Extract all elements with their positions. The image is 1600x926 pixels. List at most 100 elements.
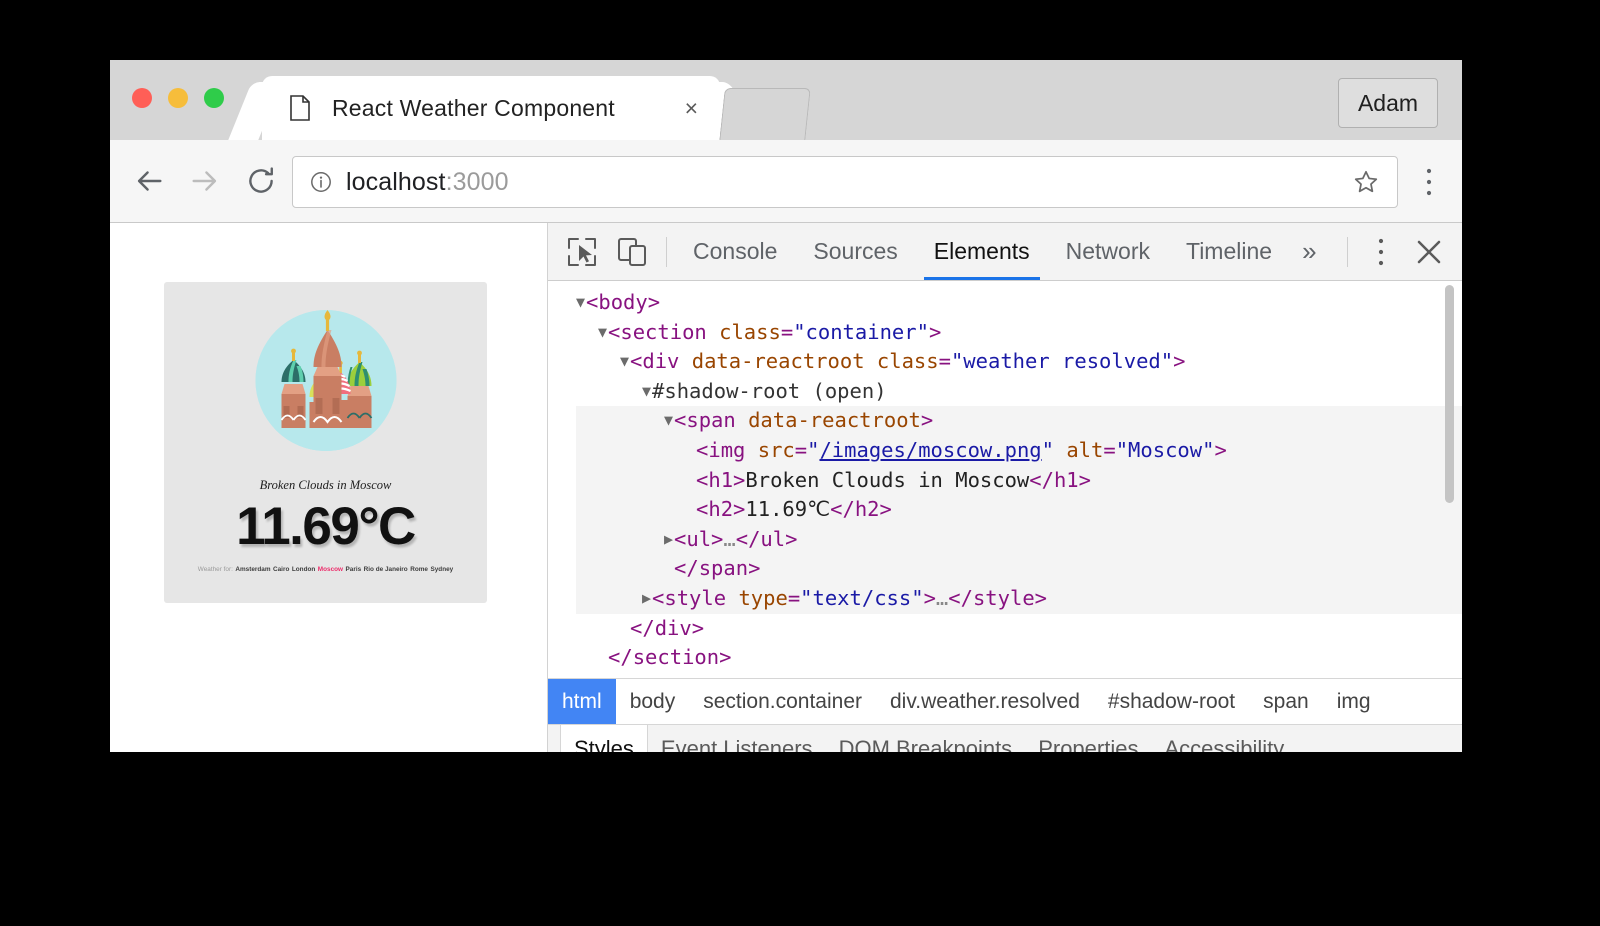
dom-tree-node[interactable]: ▼<section class="container">: [576, 318, 1462, 348]
dom-tree-node[interactable]: </span>: [576, 554, 1462, 584]
devtools-toolbar-right: [1329, 223, 1462, 280]
dom-tree-node[interactable]: <img src="/images/moscow.png" alt="Mosco…: [576, 435, 1462, 466]
expanded-twisty-icon[interactable]: ▼: [642, 382, 651, 400]
dom-token-tag: <h2>: [696, 497, 746, 522]
inspect-cursor-icon[interactable]: [566, 236, 598, 268]
device-toolbar-icon[interactable]: [616, 236, 648, 268]
dom-token-val: ": [807, 437, 820, 462]
city-link[interactable]: Moscow: [318, 566, 343, 573]
browser-tab-inactive[interactable]: [719, 88, 811, 141]
devtools-tab-sources[interactable]: Sources: [795, 223, 915, 280]
dom-token-tag: =: [780, 319, 794, 344]
dom-token-tag: <style: [652, 585, 739, 610]
devtools-toolbar: Console Sources Elements Network Timeline »: [548, 223, 1462, 281]
close-icon[interactable]: ×: [685, 96, 698, 120]
breadcrumb-item[interactable]: html: [548, 679, 616, 724]
city-link[interactable]: Amsterdam: [235, 566, 270, 573]
dom-tree-node[interactable]: <h1>Broken Clouds in Moscow</h1>: [576, 465, 1462, 496]
dom-token-tag: </h2>: [830, 497, 892, 522]
devtools-tab-timeline[interactable]: Timeline: [1168, 223, 1290, 280]
breadcrumb-item[interactable]: span: [1249, 679, 1323, 724]
arrow-left-icon[interactable]: [132, 164, 166, 198]
url-port: :3000: [445, 167, 509, 196]
collapsed-twisty-icon[interactable]: ▶: [642, 589, 651, 607]
devtools-tab-network[interactable]: Network: [1048, 223, 1168, 280]
sidebar-tab-styles[interactable]: Styles: [560, 725, 648, 752]
dom-tree-node[interactable]: ▼<span data-reactroot>: [576, 406, 1462, 436]
tab-strip: React Weather Component × Adam: [110, 60, 1462, 141]
sidebar-tab-properties[interactable]: Properties: [1025, 725, 1151, 752]
weather-temperature: 11.69°C: [236, 497, 416, 556]
sidebar-tab-event-listeners[interactable]: Event Listeners: [648, 725, 826, 752]
dom-token-tag: >: [923, 585, 936, 610]
minimize-window-button[interactable]: [168, 88, 188, 108]
dom-token-ell: …: [723, 526, 736, 551]
breadcrumb-item[interactable]: body: [616, 679, 690, 724]
city-link[interactable]: Cairo: [273, 566, 289, 573]
dom-token-lnk[interactable]: /images/moscow.png: [819, 438, 1041, 462]
window-traffic-lights: [132, 88, 224, 108]
dom-tree-node[interactable]: ▶<style type="text/css">…</style>: [576, 583, 1462, 614]
dom-tree-node[interactable]: ▼<div data-reactroot class="weather reso…: [576, 347, 1462, 377]
dom-token-tag: </div>: [630, 615, 705, 640]
profile-button[interactable]: Adam: [1338, 78, 1438, 128]
dom-token-tag: >: [920, 408, 934, 433]
dom-tree-node[interactable]: ▼<body>: [576, 288, 1462, 318]
expanded-twisty-icon[interactable]: ▼: [598, 323, 607, 341]
devtools-sidebar-tabs: Styles Event Listeners DOM Breakpoints Prop…: [548, 724, 1462, 752]
dom-tree-node[interactable]: </div>: [576, 614, 1462, 644]
city-link[interactable]: Rio de Janeiro: [364, 566, 408, 573]
address-bar[interactable]: localhost:3000: [292, 156, 1398, 208]
more-tabs-button[interactable]: »: [1290, 223, 1328, 280]
toolbar-divider-right: [1346, 236, 1348, 267]
expanded-twisty-icon[interactable]: ▼: [576, 293, 585, 311]
dom-token-val: "weather resolved": [950, 349, 1174, 374]
dom-token-tag: </style>: [948, 585, 1048, 610]
breadcrumb-item[interactable]: img: [1323, 679, 1385, 724]
moscow-illustration: [255, 310, 396, 451]
close-icon[interactable]: [1414, 237, 1444, 267]
dom-tree-scrollbar[interactable]: [1445, 285, 1454, 503]
star-icon[interactable]: [1353, 169, 1379, 195]
breadcrumb-item[interactable]: #shadow-root: [1094, 679, 1249, 724]
breadcrumb-item[interactable]: div.weather.resolved: [876, 679, 1094, 724]
dom-token-attr: data-reactroot: [691, 349, 865, 374]
kebab-menu-icon[interactable]: [1414, 166, 1444, 198]
dom-token-tag: >: [1214, 437, 1227, 462]
city-link[interactable]: Sydney: [430, 566, 453, 573]
dom-token-attr: class: [719, 319, 781, 344]
dom-token-tag: <h1>: [696, 467, 746, 492]
dom-tree[interactable]: ▼<body> ▼<section class="container"> ▼<div…: [548, 281, 1462, 678]
collapsed-twisty-icon[interactable]: ▶: [664, 530, 673, 548]
dom-tree-node[interactable]: ▶<ul>…</ul>: [576, 524, 1462, 555]
kebab-menu-icon[interactable]: [1366, 236, 1396, 268]
dom-tree-node[interactable]: ▼#shadow-root (open): [576, 377, 1462, 407]
info-circle-icon[interactable]: [310, 171, 332, 193]
city-link[interactable]: London: [292, 566, 315, 573]
devtools-tab-console[interactable]: Console: [675, 223, 795, 280]
expanded-twisty-icon[interactable]: ▼: [664, 411, 673, 429]
sidebar-tab-dom-breakpoints[interactable]: DOM Breakpoints: [826, 725, 1026, 752]
breadcrumb-item[interactable]: section.container: [689, 679, 876, 724]
city-link[interactable]: Rome: [410, 566, 428, 573]
reload-icon[interactable]: [244, 164, 278, 198]
dom-token-tag: >: [928, 319, 942, 344]
devtools-tab-elements[interactable]: Elements: [916, 223, 1048, 280]
dom-token-tag: <img: [696, 437, 758, 462]
dom-token-attr: src: [757, 437, 795, 462]
dom-token-ell: …: [935, 585, 949, 610]
expanded-twisty-icon[interactable]: ▼: [620, 352, 629, 370]
dom-tree-node[interactable]: </section>: [576, 643, 1462, 673]
dom-tree-node[interactable]: <h2>11.69℃</h2>: [576, 495, 1462, 525]
browser-tab-active[interactable]: React Weather Component ×: [262, 76, 720, 140]
page-render-pane: Broken Clouds in Moscow 11.69°C Weather …: [110, 223, 548, 752]
dom-token-tag: =: [1103, 437, 1116, 462]
city-list-label: Weather for:: [197, 566, 233, 573]
maximize-window-button[interactable]: [204, 88, 224, 108]
close-window-button[interactable]: [132, 88, 152, 108]
sidebar-tab-accessibility[interactable]: Accessibility: [1151, 725, 1297, 752]
weather-card: Broken Clouds in Moscow 11.69°C Weather …: [164, 282, 487, 603]
city-link[interactable]: Paris: [346, 566, 362, 573]
dom-token-tag: <section: [608, 319, 720, 344]
dom-token-tag: [865, 349, 877, 373]
